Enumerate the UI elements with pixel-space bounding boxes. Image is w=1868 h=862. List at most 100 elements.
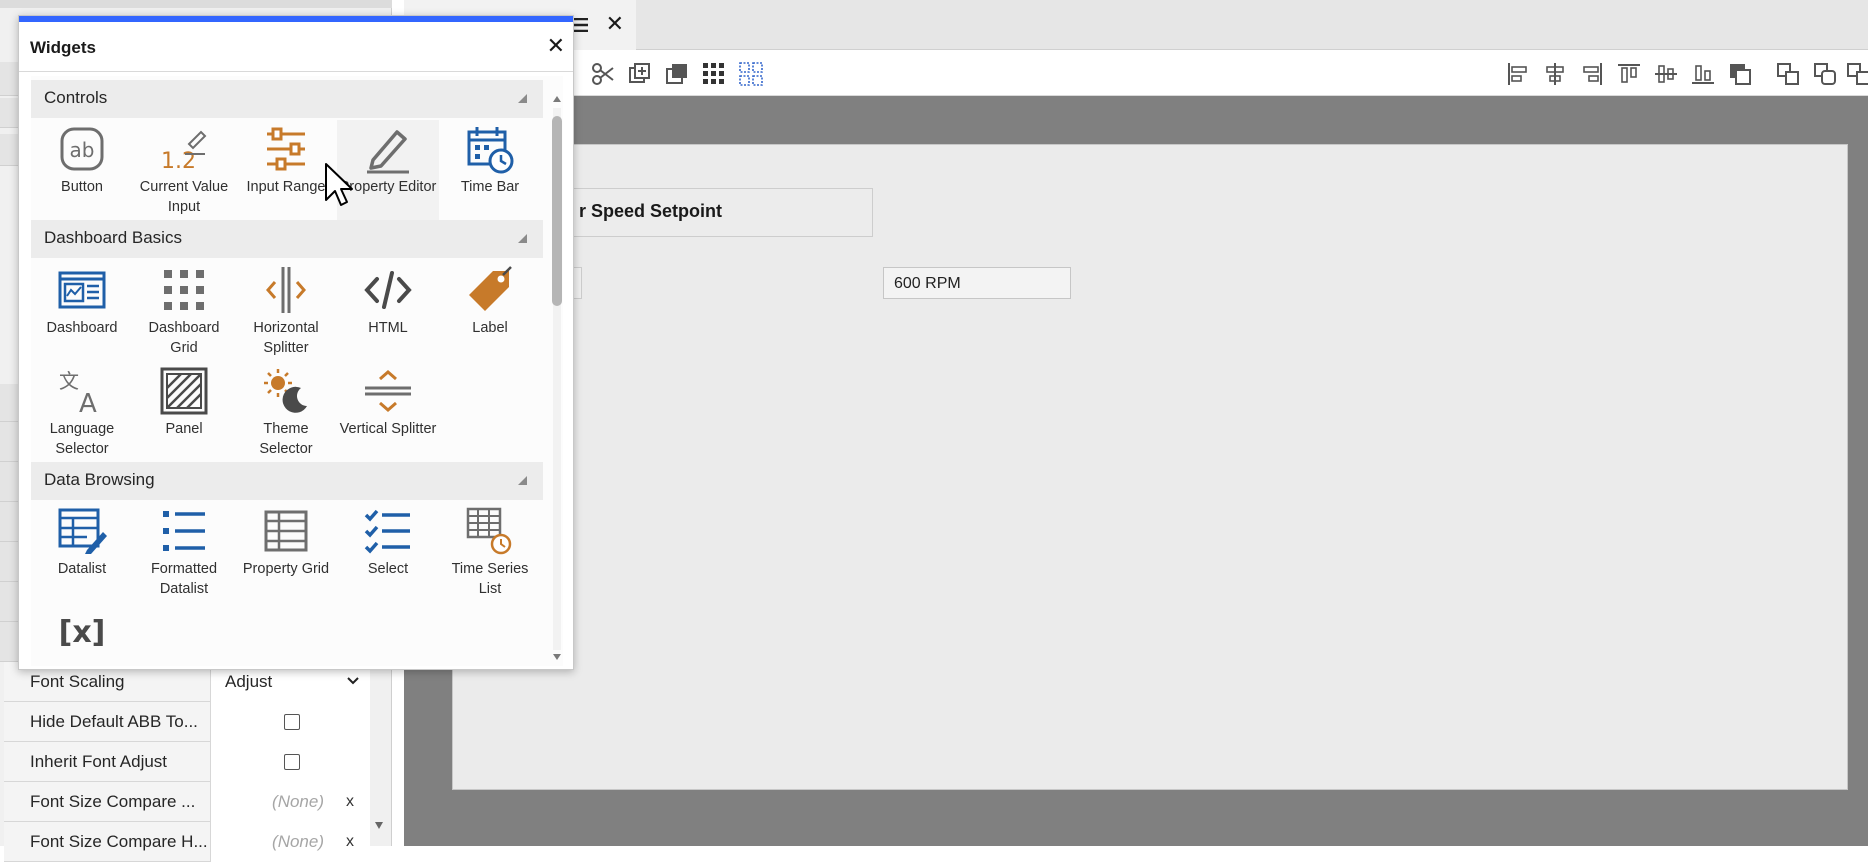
widget-button[interactable]: ab Button [31, 120, 133, 220]
svg-text:1.2: 1.2 [161, 149, 196, 174]
widget-datalist[interactable]: Datalist [31, 502, 133, 602]
variable-icon: [x] [59, 615, 106, 650]
property-grid-icon [264, 510, 308, 552]
property-name: Font Size Compare ... [30, 792, 196, 811]
align-center-icon[interactable] [1541, 60, 1569, 88]
current-value-input-icon: 1.2 [161, 130, 207, 174]
widget-horizontal-splitter[interactable]: Horizontal Splitter [235, 261, 337, 361]
widget-label: Vertical Splitter [339, 421, 437, 437]
widget-time-series-list[interactable]: Time Series List [439, 502, 541, 602]
svg-text:ab: ab [70, 138, 95, 162]
section-label: Data Browsing [44, 470, 155, 489]
widget-theme-selector[interactable]: Theme Selector [235, 362, 337, 462]
send-backward-icon[interactable] [1726, 60, 1754, 88]
dashboard-grid-icon [164, 270, 204, 310]
close-icon[interactable]: ✕ [547, 34, 565, 58]
section-header-data-browsing[interactable]: Data Browsing [31, 462, 543, 500]
scrollbar-thumb[interactable] [552, 116, 562, 306]
align-right-icon[interactable] [1578, 60, 1606, 88]
select-icon [364, 509, 410, 554]
cut-icon[interactable] [589, 60, 617, 88]
panel-strip [0, 62, 20, 96]
scroll-down-arrow-icon[interactable] [371, 650, 387, 846]
widget-label: Datalist [57, 561, 107, 577]
collapse-triangle-icon [518, 476, 527, 485]
section-header-controls[interactable]: Controls [31, 80, 543, 118]
clear-button[interactable]: x [346, 782, 354, 822]
time-series-list-icon [466, 507, 512, 555]
widget-label: HTML [368, 320, 408, 336]
mouse-cursor-icon [325, 163, 353, 206]
clear-button[interactable]: x [346, 822, 354, 862]
snap-grid-icon[interactable] [737, 60, 765, 88]
property-row-font-size-compare: Font Size Compare ... (None) x [4, 782, 370, 822]
section-label: Dashboard Basics [44, 228, 182, 247]
dialog-title: Widgets [30, 38, 96, 57]
hide-default-checkbox[interactable] [284, 714, 300, 730]
close-tab-icon[interactable]: ✕ [606, 12, 624, 36]
property-editor-icon [367, 130, 409, 174]
grid-dots-icon[interactable] [700, 60, 728, 88]
widget-label: Panel [165, 421, 203, 437]
bring-forward-icon[interactable] [663, 60, 691, 88]
property-value [210, 702, 370, 742]
properties-panel-header [0, 0, 392, 8]
widget-variable[interactable]: [x] [31, 602, 133, 666]
svg-text:[x]: [x] [59, 615, 106, 650]
formatted-datalist-icon [163, 511, 205, 551]
widget-label: Input Range [246, 179, 326, 195]
dialog-header[interactable]: Widgets ✕ [19, 22, 573, 72]
label-icon [469, 266, 512, 311]
dashboard-canvas[interactable] [452, 144, 1848, 790]
align-middle-icon[interactable] [1652, 60, 1680, 88]
button-icon: ab [60, 127, 104, 171]
section-header-dashboard-basics[interactable]: Dashboard Basics [31, 220, 543, 258]
language-selector-icon: 文A [59, 369, 97, 416]
html-icon [364, 271, 412, 309]
rpm-value-display[interactable]: 600 RPM [883, 267, 1071, 299]
widget-label[interactable]: Label [439, 261, 541, 361]
none-value: (None) [272, 832, 324, 851]
widget-language-selector[interactable]: 文A Language Selector [31, 362, 133, 462]
arrange-icon[interactable] [1845, 60, 1868, 88]
group-icon[interactable] [1774, 60, 1802, 88]
align-bottom-icon[interactable] [1689, 60, 1717, 88]
align-top-icon[interactable] [1615, 60, 1643, 88]
chevron-down-icon [347, 677, 359, 685]
align-left-icon[interactable] [1504, 60, 1532, 88]
value-text: 600 RPM [894, 275, 961, 292]
widget-time-bar[interactable]: Time Bar [439, 120, 541, 220]
widget-input-range[interactable]: Input Range [235, 120, 337, 220]
duplicate-icon[interactable] [626, 60, 654, 88]
scroll-up-arrow-icon[interactable] [551, 94, 563, 104]
widget-property-grid[interactable]: Property Grid [235, 502, 337, 602]
svg-text:文: 文 [59, 369, 79, 393]
vertical-splitter-icon [365, 370, 411, 412]
property-value [210, 742, 370, 782]
panel-strip [0, 462, 20, 502]
widget-label: Theme Selector [259, 421, 313, 457]
widget-dashboard[interactable]: Dashboard [31, 261, 133, 361]
menu-icon[interactable] [572, 18, 588, 32]
widget-current-value-input[interactable]: 1.2 Current Value Input [133, 120, 235, 220]
widget-panel[interactable]: Panel [133, 362, 235, 462]
widget-vertical-splitter[interactable]: Vertical Splitter [337, 362, 439, 462]
horizontal-splitter-icon [266, 267, 306, 313]
collapse-triangle-icon [518, 234, 527, 243]
widget-html[interactable]: HTML [337, 261, 439, 361]
datalist-icon [58, 508, 107, 554]
widget-label: Time Series List [451, 561, 529, 597]
widget-select[interactable]: Select [337, 502, 439, 602]
widget-formatted-datalist[interactable]: Formatted Datalist [133, 502, 235, 602]
widget-label: Language Selector [49, 421, 115, 457]
inherit-font-adjust-checkbox[interactable] [284, 754, 300, 770]
ungroup-icon[interactable] [1811, 60, 1839, 88]
widget-dashboard-grid[interactable]: Dashboard Grid [133, 261, 235, 361]
panel-strip [0, 422, 20, 462]
property-value[interactable]: (None) x [210, 822, 370, 862]
widget-label: Select [367, 561, 409, 577]
widget-label: Horizontal Splitter [253, 320, 319, 356]
scroll-down-arrow-icon[interactable] [551, 652, 563, 662]
palette-scrollbar[interactable] [549, 94, 563, 664]
property-value[interactable]: (None) x [210, 782, 370, 822]
